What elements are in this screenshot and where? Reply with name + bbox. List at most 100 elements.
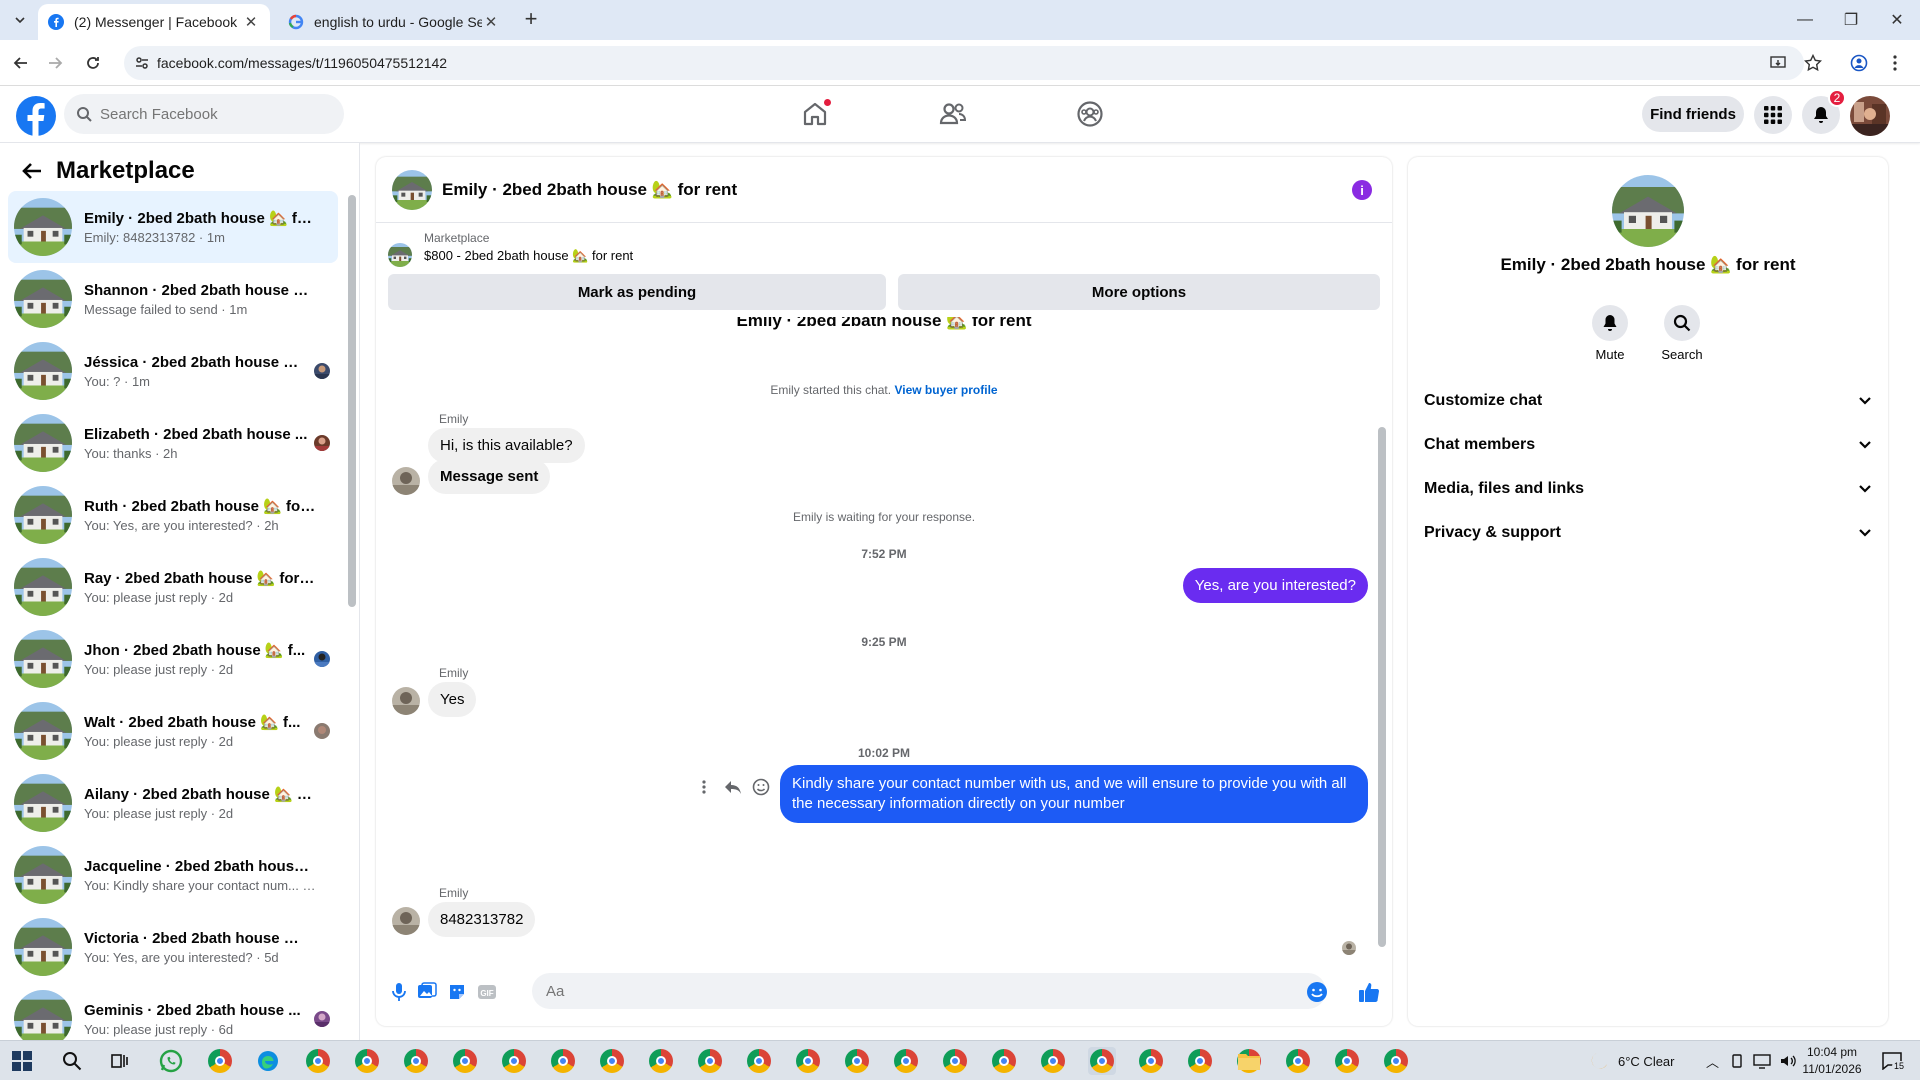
chrome-icon[interactable] — [353, 1047, 381, 1075]
microphone-icon[interactable] — [388, 981, 410, 1003]
conversation-item[interactable]: Walt · 2bed 2bath house 🏡 f... You: pleas… — [8, 695, 338, 767]
customize-chat-row[interactable]: Customize chat — [1424, 379, 1872, 423]
thumbs-up-icon[interactable] — [1358, 981, 1380, 1003]
tray-chevron-icon[interactable]: ︿ — [1706, 1052, 1719, 1071]
chat-avatar[interactable] — [392, 170, 432, 210]
browser-menu-icon[interactable] — [1882, 50, 1908, 76]
back-arrow-icon[interactable] — [18, 157, 46, 185]
chat-title[interactable]: Emily · 2bed 2bath house 🏡 for rent — [442, 180, 737, 200]
url-bar[interactable]: facebook.com/messages/t/1196050475512142 — [124, 46, 1804, 80]
media-files-links-row[interactable]: Media, files and links — [1424, 467, 1872, 511]
marketplace-listing-strip[interactable]: Marketplace $800 - 2bed 2bath house 🏡 fo… — [388, 231, 1384, 271]
emoji-icon[interactable] — [1306, 981, 1328, 1003]
privacy-support-row[interactable]: Privacy & support — [1424, 511, 1872, 555]
conversation-item[interactable]: Emily · 2bed 2bath house 🏡 for... Emily: … — [8, 191, 338, 263]
site-info-icon[interactable] — [134, 55, 150, 71]
file-explorer-icon[interactable] — [1235, 1047, 1263, 1075]
weather-widget[interactable]: 6°C Clear — [1588, 1041, 1675, 1081]
chrome-icon[interactable] — [549, 1047, 577, 1075]
chrome-icon[interactable] — [206, 1047, 234, 1075]
chrome-icon[interactable] — [941, 1047, 969, 1075]
reply-icon[interactable] — [724, 779, 742, 795]
react-emoji-icon[interactable] — [752, 778, 770, 796]
more-dots-icon[interactable] — [698, 779, 710, 795]
chat-scrollbar[interactable] — [1378, 427, 1386, 947]
taskbar-search-icon[interactable] — [58, 1047, 86, 1075]
bookmark-star-icon[interactable] — [1800, 50, 1826, 76]
chrome-icon[interactable] — [1382, 1047, 1410, 1075]
sticker-icon[interactable] — [446, 981, 468, 1003]
reload-icon[interactable] — [80, 50, 106, 76]
more-options-button[interactable]: More options — [898, 274, 1380, 310]
chrome-icon[interactable] — [745, 1047, 773, 1075]
chat-members-row[interactable]: Chat members — [1424, 423, 1872, 467]
chrome-icon[interactable] — [1333, 1047, 1361, 1075]
incoming-message[interactable]: Hi, is this available? — [428, 428, 585, 463]
clock[interactable]: 10:04 pm 11/01/2026 — [1800, 1044, 1864, 1078]
chrome-icon[interactable] — [843, 1047, 871, 1075]
search-in-chat-button[interactable]: Search — [1652, 305, 1712, 362]
details-avatar[interactable] — [1612, 175, 1684, 247]
chrome-icon[interactable] — [451, 1047, 479, 1075]
tab-close-icon[interactable]: ✕ — [482, 13, 500, 31]
forward-icon[interactable] — [42, 50, 68, 76]
photo-icon[interactable] — [416, 981, 438, 1003]
chrome-icon[interactable] — [1186, 1047, 1214, 1075]
chrome-icon[interactable] — [696, 1047, 724, 1075]
mute-button[interactable]: Mute — [1580, 305, 1640, 362]
chrome-icon[interactable] — [647, 1047, 675, 1075]
conversation-item[interactable]: Jhon · 2bed 2bath house 🏡 f... You: pleas… — [8, 623, 338, 695]
chrome-icon[interactable] — [990, 1047, 1018, 1075]
conversation-item[interactable]: Ailany · 2bed 2bath house 🏡 fo... You: pl… — [8, 767, 338, 839]
facebook-search-input[interactable] — [100, 105, 320, 123]
mark-as-pending-button[interactable]: Mark as pending — [388, 274, 886, 310]
incoming-message[interactable]: 8482313782 — [428, 902, 536, 937]
chrome-icon[interactable] — [1088, 1047, 1116, 1075]
sidebar-scrollbar[interactable] — [348, 195, 356, 607]
friends-nav-icon[interactable] — [933, 92, 973, 136]
chrome-icon[interactable] — [1284, 1047, 1312, 1075]
chrome-icon[interactable] — [794, 1047, 822, 1075]
tab-messenger[interactable]: (2) Messenger | Facebook ✕ — [38, 4, 270, 40]
device-icon[interactable] — [1729, 1053, 1745, 1069]
tab-google-search[interactable]: english to urdu - Google Search ✕ — [278, 4, 510, 40]
view-buyer-profile-link[interactable]: View buyer profile — [894, 383, 997, 397]
tab-search-dropdown-icon[interactable] — [8, 8, 32, 32]
restore-icon[interactable]: ❐ — [1828, 0, 1874, 40]
minimize-icon[interactable]: — — [1782, 0, 1828, 40]
find-friends-button[interactable]: Find friends — [1642, 96, 1744, 132]
close-window-icon[interactable]: ✕ — [1874, 0, 1920, 40]
chrome-icon[interactable] — [402, 1047, 430, 1075]
message-input[interactable] — [546, 982, 1246, 1000]
back-icon[interactable] — [8, 50, 34, 76]
facebook-logo-icon[interactable] — [16, 96, 56, 136]
message-input-box[interactable] — [532, 973, 1326, 1009]
chrome-icon[interactable] — [1137, 1047, 1165, 1075]
chrome-icon[interactable] — [598, 1047, 626, 1075]
outgoing-message[interactable]: Yes, are you interested? — [1182, 568, 1368, 603]
install-app-icon[interactable] — [1768, 53, 1788, 73]
new-tab-icon[interactable]: + — [520, 8, 542, 31]
chrome-icon[interactable] — [500, 1047, 528, 1075]
conversation-item[interactable]: Jacqueline · 2bed 2bath house ... You: Ki… — [8, 839, 338, 911]
notification-center-icon[interactable]: 15 — [1878, 1047, 1907, 1075]
task-view-icon[interactable] — [106, 1047, 134, 1075]
network-icon[interactable] — [1753, 1053, 1771, 1069]
incoming-message[interactable]: Message sent — [428, 459, 551, 494]
windows-start-icon[interactable] — [8, 1047, 36, 1075]
outgoing-message[interactable]: Kindly share your contact number with us… — [780, 765, 1368, 823]
conversation-item[interactable]: Ruth · 2bed 2bath house 🏡 for ... You: Ye… — [8, 479, 338, 551]
conversation-item[interactable]: Jéssica · 2bed 2bath house 🏡 ... You: ? ·… — [8, 335, 338, 407]
conversation-item[interactable]: Ray · 2bed 2bath house 🏡 for r... You: pl… — [8, 551, 338, 623]
menu-grid-icon[interactable] — [1754, 96, 1792, 134]
whatsapp-icon[interactable] — [157, 1047, 185, 1075]
facebook-search-box[interactable] — [64, 94, 344, 134]
profile-icon[interactable] — [1846, 50, 1872, 76]
incoming-message[interactable]: Yes — [428, 682, 477, 717]
gif-icon[interactable]: GIF — [476, 981, 498, 1003]
chrome-icon[interactable] — [892, 1047, 920, 1075]
account-avatar[interactable] — [1850, 96, 1890, 136]
edge-icon[interactable] — [254, 1047, 282, 1075]
chrome-icon[interactable] — [304, 1047, 332, 1075]
conversation-item[interactable]: Shannon · 2bed 2bath house 🏡 ... Message … — [8, 263, 338, 335]
